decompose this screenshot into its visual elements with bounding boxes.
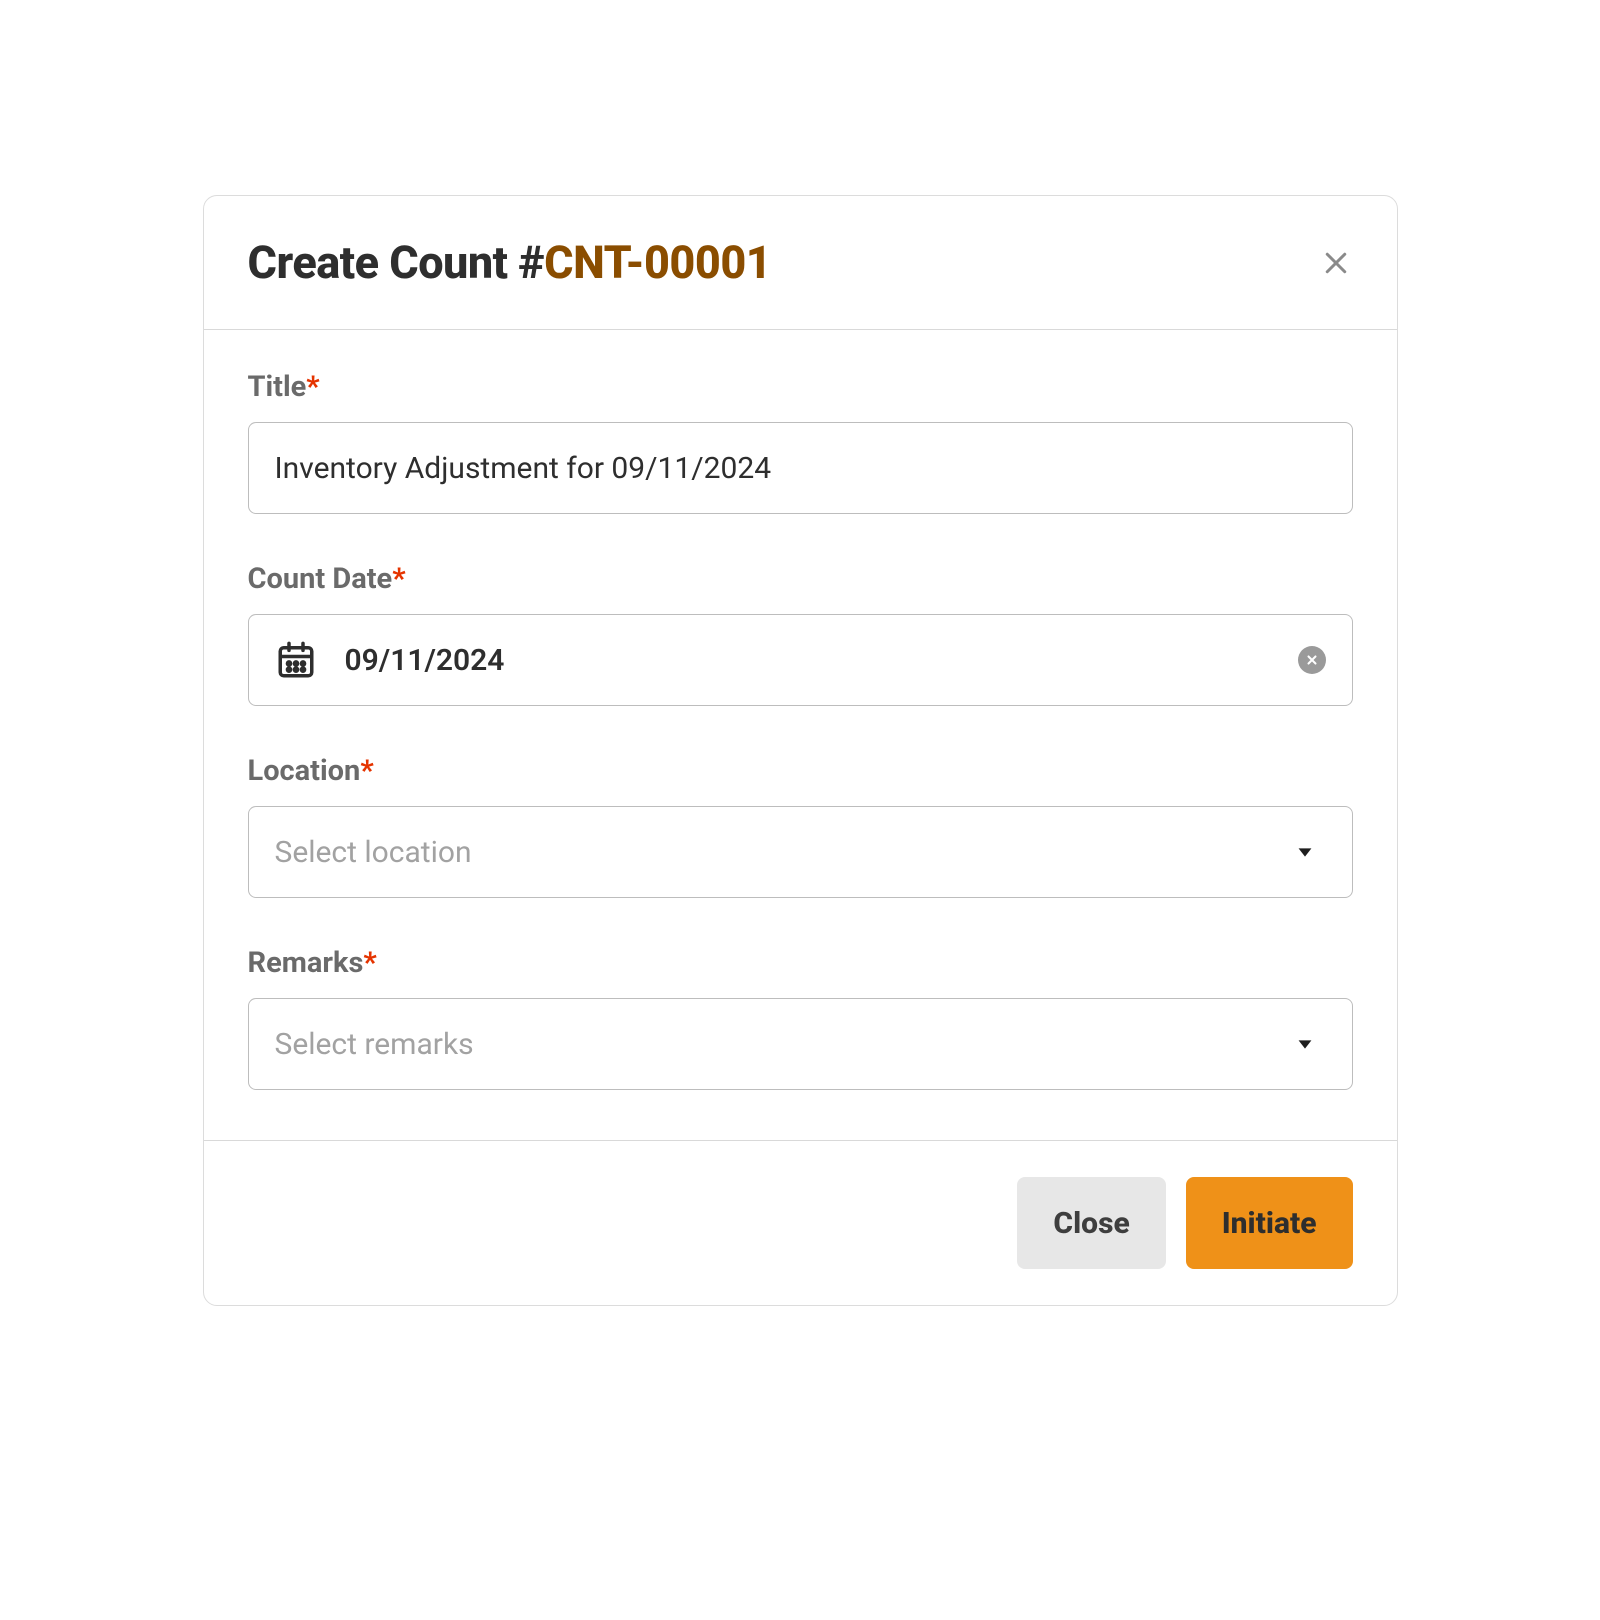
modal-title: Create Count #CNT-00001 xyxy=(248,236,772,289)
label-count-date: Count Date* xyxy=(248,562,1353,596)
label-count-date-text: Count Date xyxy=(248,562,393,596)
create-count-modal: Create Count #CNT-00001 Title* Count Dat… xyxy=(203,195,1398,1306)
chevron-down-icon xyxy=(1294,1033,1326,1055)
field-count-date: Count Date* xyxy=(248,562,1353,706)
required-asterisk: * xyxy=(392,562,405,596)
label-remarks-text: Remarks xyxy=(248,946,364,980)
location-select[interactable]: Select location xyxy=(248,806,1353,898)
count-date-input[interactable]: 09/11/2024 xyxy=(248,614,1353,706)
initiate-button[interactable]: Initiate xyxy=(1186,1177,1353,1269)
calendar-icon xyxy=(275,639,317,681)
remarks-select[interactable]: Select remarks xyxy=(248,998,1353,1090)
title-input-wrapper xyxy=(248,422,1353,514)
modal-header: Create Count #CNT-00001 xyxy=(204,196,1397,330)
modal-footer: Close Initiate xyxy=(204,1140,1397,1305)
field-title: Title* xyxy=(248,370,1353,514)
modal-title-id: CNT-00001 xyxy=(544,236,771,289)
close-icon[interactable] xyxy=(1319,246,1353,280)
label-location-text: Location xyxy=(248,754,361,788)
label-remarks: Remarks* xyxy=(248,946,1353,980)
close-button[interactable]: Close xyxy=(1017,1177,1165,1269)
required-asterisk: * xyxy=(306,370,319,404)
field-location: Location* Select location xyxy=(248,754,1353,898)
label-title: Title* xyxy=(248,370,1353,404)
field-remarks: Remarks* Select remarks xyxy=(248,946,1353,1090)
title-input[interactable] xyxy=(275,451,1326,486)
modal-body: Title* Count Date* xyxy=(204,330,1397,1140)
required-asterisk: * xyxy=(363,946,376,980)
chevron-down-icon xyxy=(1294,841,1326,863)
location-placeholder: Select location xyxy=(275,835,1294,870)
label-location: Location* xyxy=(248,754,1353,788)
label-title-text: Title xyxy=(248,370,307,404)
clear-date-icon[interactable] xyxy=(1298,646,1326,674)
required-asterisk: * xyxy=(360,754,373,788)
count-date-value: 09/11/2024 xyxy=(345,643,1298,678)
modal-title-prefix: Create Count # xyxy=(248,236,545,289)
remarks-placeholder: Select remarks xyxy=(275,1027,1294,1062)
